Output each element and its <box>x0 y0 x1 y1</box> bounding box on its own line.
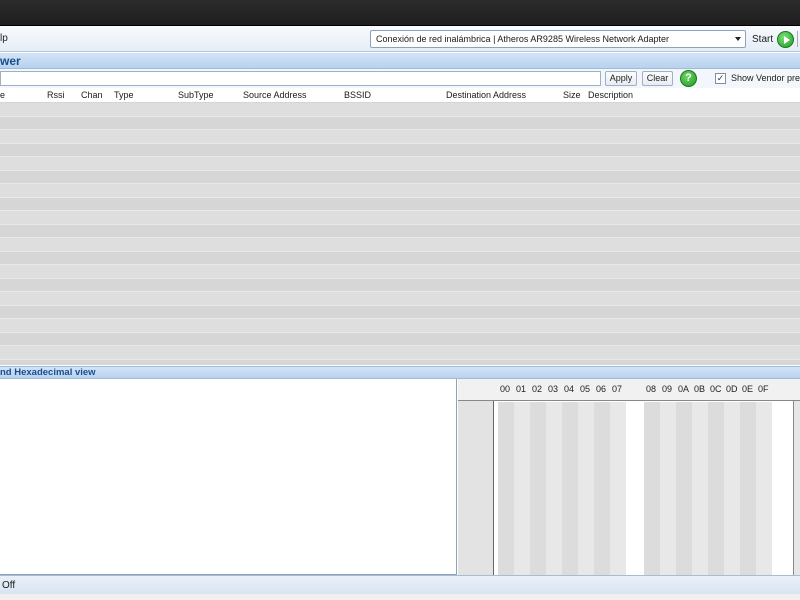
hex-byte-column <box>708 402 724 575</box>
packet-viewer-title: wer <box>0 54 21 68</box>
table-row[interactable] <box>0 143 800 157</box>
table-row[interactable] <box>0 170 800 184</box>
window-title-bar <box>0 0 800 26</box>
packet-column-header: e Rssi Chan Type SubType Source Address … <box>0 88 800 103</box>
hex-byte-column <box>756 402 772 575</box>
hex-header-label: 07 <box>612 384 623 394</box>
hex-header-label: 0C <box>710 384 722 394</box>
hex-header-label: 02 <box>532 384 543 394</box>
hex-header-label: 00 <box>500 384 511 394</box>
hex-pane[interactable]: 00 01 02 03 04 05 06 07 08 09 0A 0B 0C 0… <box>458 379 800 575</box>
column-header-name[interactable]: e <box>0 90 5 100</box>
hex-byte-column <box>578 402 594 575</box>
column-header-bssid[interactable]: BSSID <box>344 90 371 100</box>
packet-viewer-header: wer <box>0 53 800 69</box>
toolbar: lp Conexión de red inalámbrica | Atheros… <box>0 26 800 52</box>
table-row[interactable] <box>0 184 800 198</box>
table-row[interactable] <box>0 157 800 171</box>
adapter-select[interactable]: Conexión de red inalámbrica | Atheros AR… <box>370 30 746 48</box>
filter-input[interactable] <box>0 71 601 86</box>
start-button-label: Start <box>752 33 774 45</box>
hex-header-label: 03 <box>548 384 559 394</box>
hex-byte-column <box>676 402 692 575</box>
table-row[interactable] <box>0 211 800 225</box>
column-header-rssi[interactable]: Rssi <box>47 90 65 100</box>
hex-header-label: 0E <box>742 384 754 394</box>
hex-byte-column <box>562 402 578 575</box>
hex-byte-column <box>498 402 514 575</box>
table-row[interactable] <box>0 346 800 360</box>
hex-byte-column <box>530 402 546 575</box>
table-row[interactable] <box>0 332 800 346</box>
hex-view-title: nd Hexadecimal view <box>0 367 96 378</box>
hex-column-header: 00 01 02 03 04 05 06 07 08 09 0A 0B 0C 0… <box>458 379 800 401</box>
packet-list[interactable] <box>0 103 800 365</box>
play-icon <box>777 30 795 48</box>
hex-byte-column <box>660 402 676 575</box>
column-header-destination-address[interactable]: Destination Address <box>446 90 526 100</box>
show-vendor-label: Show Vendor pref <box>731 73 800 83</box>
table-row[interactable] <box>0 116 800 130</box>
table-row[interactable] <box>0 319 800 333</box>
hex-header-label: 04 <box>564 384 575 394</box>
menu-item-help[interactable]: lp <box>0 33 8 44</box>
hex-header-label: 05 <box>580 384 591 394</box>
hex-header-label: 0B <box>694 384 706 394</box>
packet-text-pane[interactable] <box>0 379 457 575</box>
hex-byte-column <box>546 402 562 575</box>
hex-offset-column <box>458 401 494 575</box>
table-row[interactable] <box>0 238 800 252</box>
hex-header-label: 0F <box>758 384 769 394</box>
hex-byte-column <box>724 402 740 575</box>
table-row[interactable] <box>0 359 800 365</box>
hex-header-label: 0A <box>678 384 690 394</box>
table-row[interactable] <box>0 224 800 238</box>
hex-header-label: 01 <box>516 384 527 394</box>
table-row[interactable] <box>0 251 800 265</box>
window-bottom-edge <box>0 594 800 600</box>
hex-byte-column <box>644 402 660 575</box>
column-header-subtype[interactable]: SubType <box>178 90 214 100</box>
table-row[interactable] <box>0 305 800 319</box>
status-text: Off <box>2 580 16 591</box>
hex-byte-column <box>610 402 626 575</box>
column-header-description[interactable]: Description <box>588 90 633 100</box>
column-header-source-address[interactable]: Source Address <box>243 90 307 100</box>
table-row[interactable] <box>0 197 800 211</box>
table-row[interactable] <box>0 265 800 279</box>
table-row[interactable] <box>0 292 800 306</box>
adapter-select-value: Conexión de red inalámbrica | Atheros AR… <box>376 34 669 44</box>
hex-byte-column <box>514 402 530 575</box>
hex-header-label: 0D <box>726 384 738 394</box>
hex-header-label: 08 <box>646 384 657 394</box>
start-button[interactable]: Start <box>752 30 795 48</box>
table-row[interactable] <box>0 103 800 117</box>
hex-header-label: 06 <box>596 384 607 394</box>
hex-byte-column <box>594 402 610 575</box>
apply-button[interactable]: Apply <box>605 71 637 86</box>
hex-byte-column <box>740 402 756 575</box>
column-header-type[interactable]: Type <box>114 90 134 100</box>
hex-ascii-strip <box>793 401 800 575</box>
filter-bar: Apply Clear ? ✓ Show Vendor pref <box>0 69 800 88</box>
show-vendor-checkbox[interactable]: ✓ <box>715 73 726 84</box>
toolbar-separator <box>797 31 798 47</box>
help-icon[interactable]: ? <box>680 70 697 87</box>
table-row[interactable] <box>0 278 800 292</box>
hex-header-label: 09 <box>662 384 673 394</box>
chevron-down-icon <box>735 37 741 41</box>
table-row[interactable] <box>0 130 800 144</box>
hex-byte-column <box>692 402 708 575</box>
column-header-size[interactable]: Size <box>563 90 581 100</box>
clear-button[interactable]: Clear <box>642 71 673 86</box>
column-header-chan[interactable]: Chan <box>81 90 103 100</box>
hex-view-header: nd Hexadecimal view <box>0 366 800 379</box>
status-bar: Off <box>0 575 800 594</box>
